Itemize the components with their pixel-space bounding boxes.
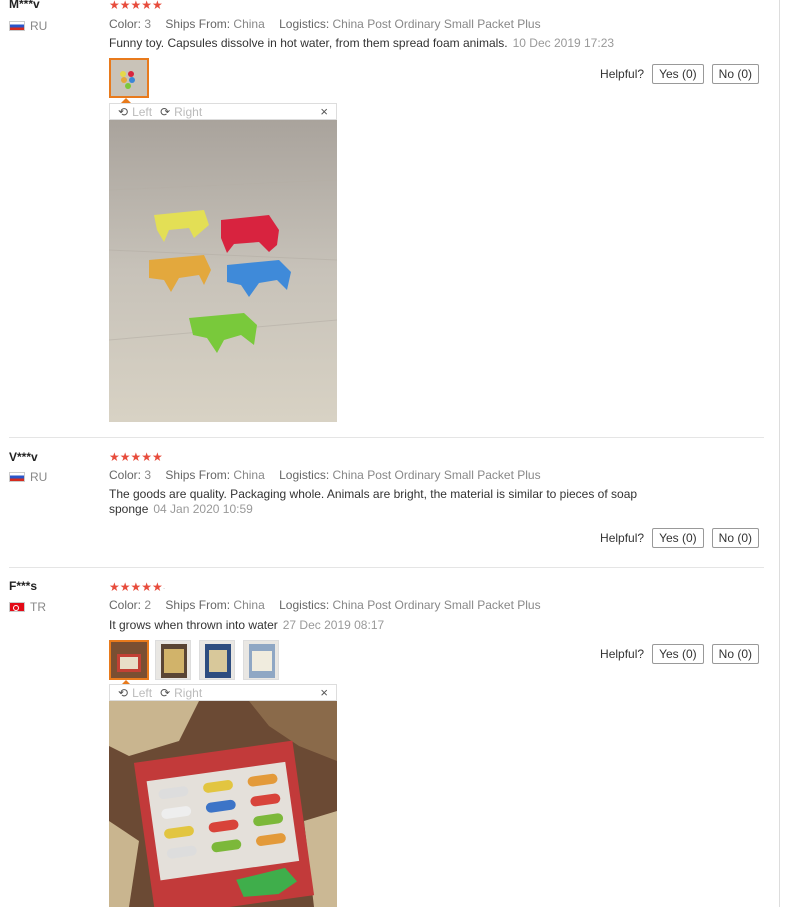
rotate-left-label: Left [132, 685, 153, 700]
reviewer-country: RU [9, 19, 47, 33]
review-photo-thumb[interactable] [155, 640, 191, 680]
rotate-left-button[interactable]: ⟲ Left [118, 686, 152, 700]
rotate-right-icon: ⟳ [160, 685, 171, 700]
helpful-no-button[interactable]: No (0) [711, 64, 759, 84]
review-text: It grows when thrown into water 27 Dec 20… [109, 618, 709, 633]
logistics-label: Logistics: [279, 17, 330, 31]
ships-from-value: China [233, 598, 265, 612]
review-text: Funny toy. Capsules dissolve in hot wate… [109, 36, 729, 51]
helpful-bar: Helpful? Yes (0) No (0) [600, 528, 759, 548]
review-photo-thumb[interactable] [109, 640, 149, 680]
reviewer-name: V***v [9, 450, 38, 464]
review-attributes: Color: 3 Ships From: China Logistics: Ch… [109, 17, 541, 31]
photo-foam-animals [109, 120, 337, 422]
helpful-label: Helpful? [600, 67, 645, 81]
photo-capsule-package [109, 701, 337, 907]
color-value: 2 [144, 598, 152, 612]
rotate-left-icon: ⟲ [118, 104, 129, 119]
review-divider [9, 567, 764, 568]
ships-from-label: Ships From: [165, 598, 231, 612]
thumb-image [156, 641, 190, 679]
rating-stars: ★★★★★ [109, 0, 163, 12]
logistics-value: China Post Ordinary Small Packet Plus [332, 598, 541, 612]
logistics-value: China Post Ordinary Small Packet Plus [332, 17, 541, 31]
review-attributes: Color: 2 Ships From: China Logistics: Ch… [109, 598, 541, 612]
close-icon[interactable]: × [320, 104, 328, 119]
helpful-label: Helpful? [600, 531, 645, 545]
logistics-label: Logistics: [279, 468, 330, 482]
color-value: 3 [144, 468, 152, 482]
thumb-image [111, 60, 147, 96]
helpful-yes-button[interactable]: Yes (0) [652, 528, 704, 548]
photo-viewer-toolbar: ⟲ Left ⟳ Right × [109, 684, 337, 701]
reviewer-name: F***s [9, 579, 38, 593]
review-photo-thumb[interactable] [199, 640, 235, 680]
helpful-bar: Helpful? Yes (0) No (0) [600, 644, 759, 664]
color-value: 3 [144, 17, 152, 31]
rating-stars: ★★★★★ [109, 450, 163, 464]
ships-from-value: China [233, 468, 265, 482]
country-code: TR [30, 600, 46, 614]
close-icon[interactable]: × [320, 685, 328, 700]
review-photo-thumb[interactable] [243, 640, 279, 680]
logistics-value: China Post Ordinary Small Packet Plus [332, 468, 541, 482]
rotate-right-icon: ⟳ [160, 104, 171, 119]
thumb-image [244, 641, 278, 679]
thumb-image [200, 641, 234, 679]
ships-from-value: China [233, 17, 265, 31]
rotate-right-label: Right [174, 685, 203, 700]
rating-partial-dot: · [162, 584, 166, 593]
ru-flag-icon [9, 21, 25, 31]
color-label: Color: [109, 468, 142, 482]
country-code: RU [30, 470, 48, 484]
color-label: Color: [109, 17, 142, 31]
rotate-left-label: Left [132, 104, 153, 119]
photo-viewer-toolbar: ⟲ Left ⟳ Right × [109, 103, 337, 120]
ru-flag-icon [9, 472, 25, 482]
rating-stars: ★★★★★· [109, 580, 165, 594]
rotate-right-button[interactable]: ⟳ Right [160, 105, 202, 119]
rotate-left-icon: ⟲ [118, 685, 129, 700]
color-label: Color: [109, 598, 142, 612]
helpful-no-button[interactable]: No (0) [711, 528, 759, 548]
reviewer-name: M***v [9, 0, 40, 11]
page-right-border [779, 0, 780, 907]
review-date: 10 Dec 2019 17:23 [512, 36, 615, 50]
tr-flag-icon [9, 602, 25, 612]
review-attributes: Color: 3 Ships From: China Logistics: Ch… [109, 468, 541, 482]
review-photo-large [109, 120, 337, 422]
ships-from-label: Ships From: [165, 17, 231, 31]
rotate-right-label: Right [174, 104, 203, 119]
helpful-yes-button[interactable]: Yes (0) [652, 64, 704, 84]
review-photo-thumb[interactable] [109, 58, 149, 98]
review-body: Funny toy. Capsules dissolve in hot wate… [109, 36, 508, 50]
review-body: It grows when thrown into water [109, 618, 278, 632]
thumb-image [111, 642, 147, 678]
reviewer-country: RU [9, 470, 47, 484]
helpful-no-button[interactable]: No (0) [711, 644, 759, 664]
rotate-right-button[interactable]: ⟳ Right [160, 686, 202, 700]
review-divider [9, 437, 764, 438]
review-date: 04 Jan 2020 10:59 [153, 502, 253, 516]
rating-stars-value: ★★★★★ [109, 580, 163, 594]
helpful-label: Helpful? [600, 647, 645, 661]
helpful-bar: Helpful? Yes (0) No (0) [600, 64, 759, 84]
review-date: 27 Dec 2019 08:17 [282, 618, 385, 632]
ships-from-label: Ships From: [165, 468, 231, 482]
logistics-label: Logistics: [279, 598, 330, 612]
country-code: RU [30, 19, 48, 33]
review-text: The goods are quality. Packaging whole. … [109, 487, 669, 517]
review-photo-large [109, 701, 337, 907]
rotate-left-button[interactable]: ⟲ Left [118, 105, 152, 119]
helpful-yes-button[interactable]: Yes (0) [652, 644, 704, 664]
reviewer-country: TR [9, 600, 46, 614]
